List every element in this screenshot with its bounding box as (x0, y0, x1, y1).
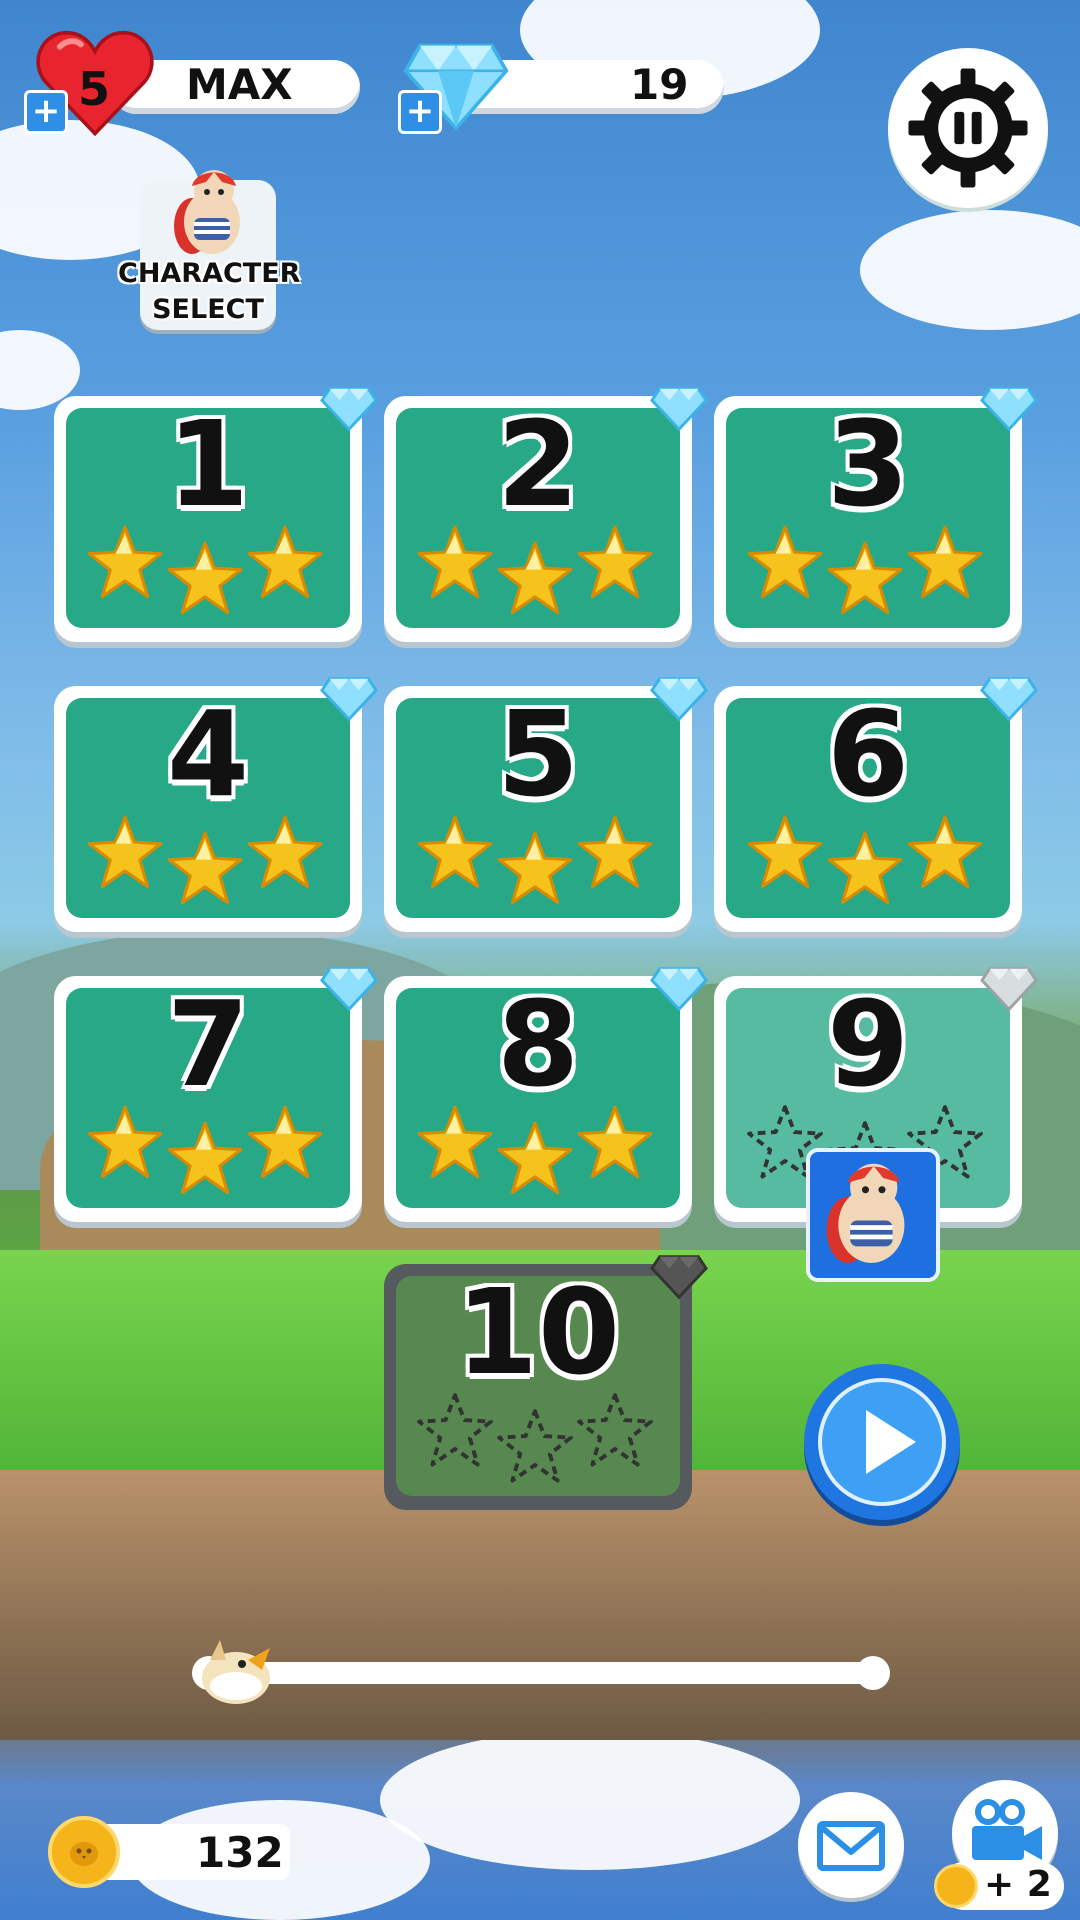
mail-icon (817, 1821, 885, 1871)
level-stars (86, 524, 326, 615)
level-diamond-icon (320, 386, 378, 432)
level-stars (416, 1104, 656, 1195)
pause-button[interactable] (888, 48, 1048, 208)
add-diamonds-button[interactable]: + (398, 90, 442, 134)
level-number: 10 (455, 1263, 621, 1401)
coin-icon (934, 1864, 978, 1908)
level-number: 5 (496, 685, 580, 823)
star-filled-icon (496, 1120, 574, 1198)
star-filled-icon (576, 814, 654, 892)
star-filled-icon (576, 1104, 654, 1182)
star-empty-icon (416, 1392, 494, 1470)
star-filled-icon (576, 524, 654, 602)
gear-icon (908, 68, 1028, 188)
level-stars (416, 814, 656, 905)
add-lives-button[interactable]: + (24, 90, 68, 134)
level-tile-1[interactable]: 1 (54, 387, 378, 642)
video-reward-amount: + 2 (984, 1864, 1052, 1905)
star-filled-icon (746, 524, 824, 602)
level-stars (416, 524, 656, 615)
star-filled-icon (906, 524, 984, 602)
level-diamond-icon (650, 966, 708, 1012)
level-tile-6[interactable]: 6 (714, 677, 1038, 932)
level-diamond-icon (980, 386, 1038, 432)
character-select-label: CHARACTER SELECT (118, 258, 301, 325)
level-number: 9 (826, 975, 910, 1113)
mail-button[interactable] (798, 1792, 904, 1898)
level-stars (86, 1104, 326, 1195)
star-filled-icon (86, 814, 164, 892)
star-filled-icon (246, 1104, 324, 1182)
level-stars (86, 814, 326, 905)
star-filled-icon (906, 814, 984, 892)
level-diamond-icon (650, 676, 708, 722)
star-filled-icon (826, 540, 904, 618)
level-stars (746, 524, 986, 615)
level-diamond-icon (980, 966, 1038, 1012)
level-tile-10[interactable]: 10 (384, 1255, 708, 1510)
character-select-button[interactable]: CHARACTER SELECT (118, 160, 301, 335)
star-filled-icon (166, 540, 244, 618)
level-tile-2[interactable]: 2 (384, 387, 708, 642)
star-empty-icon (576, 1392, 654, 1470)
level-number: 4 (166, 685, 250, 823)
play-button[interactable] (804, 1364, 960, 1520)
play-icon (866, 1410, 916, 1474)
character-avatar-icon (174, 170, 240, 254)
level-stars (416, 1392, 656, 1483)
level-tile-3[interactable]: 3 (714, 387, 1038, 642)
video-reward-badge: + 2 (934, 1862, 1064, 1910)
level-number: 7 (166, 975, 250, 1113)
star-filled-icon (416, 524, 494, 602)
bird-slider-thumb-icon[interactable] (196, 1630, 278, 1706)
star-empty-icon (496, 1408, 574, 1486)
character-avatar-icon (826, 1163, 905, 1263)
star-filled-icon (496, 830, 574, 908)
level-number: 2 (496, 395, 580, 533)
diamond-count: 19 (630, 60, 689, 109)
star-filled-icon (416, 814, 494, 892)
star-filled-icon (746, 814, 824, 892)
level-number: 6 (826, 685, 910, 823)
level-tile-7[interactable]: 7 (54, 967, 378, 1222)
coin-icon (48, 1816, 120, 1888)
level-number: 3 (826, 395, 910, 533)
star-filled-icon (166, 830, 244, 908)
star-filled-icon (496, 540, 574, 618)
level-number: 8 (496, 975, 580, 1113)
star-filled-icon (86, 1104, 164, 1182)
coin-count: 132 (196, 1828, 284, 1877)
star-filled-icon (246, 814, 324, 892)
current-level-avatar-marker (806, 1148, 940, 1282)
level-diamond-icon (320, 676, 378, 722)
star-filled-icon (826, 830, 904, 908)
level-diamond-icon (650, 386, 708, 432)
level-tile-5[interactable]: 5 (384, 677, 708, 932)
lives-status: MAX (186, 60, 293, 109)
level-stars (746, 814, 986, 905)
star-filled-icon (416, 1104, 494, 1182)
lives-count: 5 (78, 62, 111, 116)
star-filled-icon (246, 524, 324, 602)
level-diamond-icon (650, 1254, 708, 1300)
star-filled-icon (86, 524, 164, 602)
level-tile-4[interactable]: 4 (54, 677, 378, 932)
level-number: 1 (166, 395, 250, 533)
level-tile-8[interactable]: 8 (384, 967, 708, 1222)
level-diamond-icon (980, 676, 1038, 722)
level-diamond-icon (320, 966, 378, 1012)
star-filled-icon (166, 1120, 244, 1198)
